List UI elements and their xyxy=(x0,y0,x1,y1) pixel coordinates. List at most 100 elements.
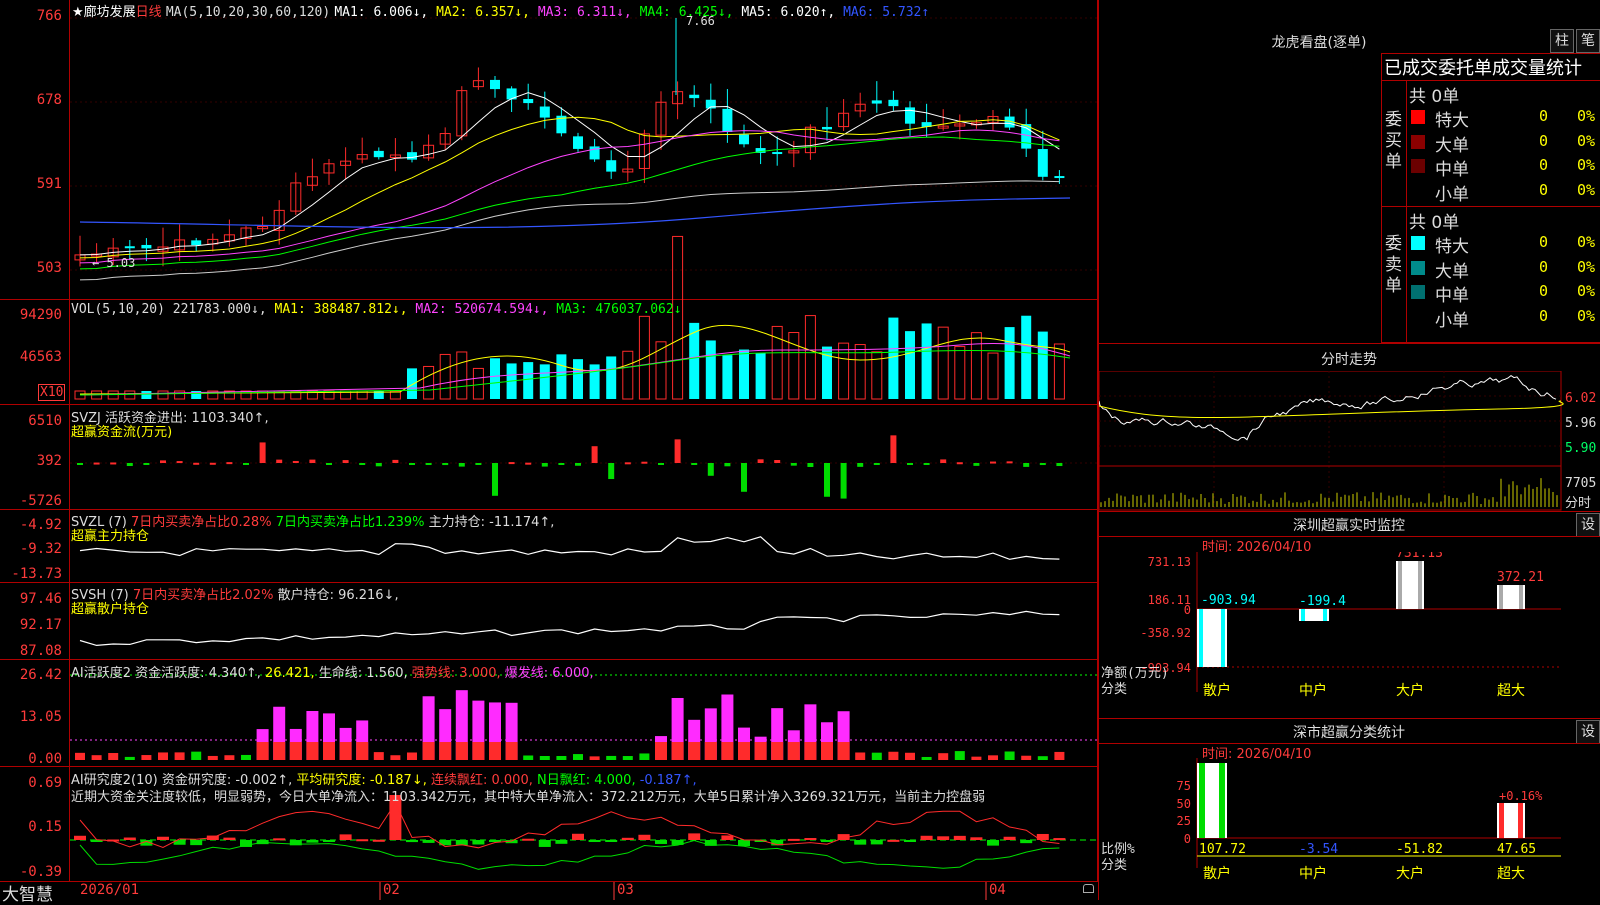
sz-class-settings-button[interactable]: 设 xyxy=(1576,720,1600,744)
research-bar xyxy=(123,837,136,840)
tick-view-button[interactable]: 笔 xyxy=(1576,29,1600,53)
fund-flow-bar xyxy=(956,462,963,465)
class-axis-sub: 分类 xyxy=(1101,858,1127,873)
class-category-label: 中户 xyxy=(1299,865,1327,882)
research-bar xyxy=(1003,836,1016,840)
stock-name[interactable]: ★廊坊发展 xyxy=(72,5,136,20)
order-size-label: 特大 xyxy=(1435,237,1469,257)
lock-icon[interactable] xyxy=(1083,884,1094,893)
volume-bar xyxy=(141,391,152,399)
column-view-button[interactable]: 柱 xyxy=(1550,29,1574,53)
fund-flow-bar xyxy=(724,463,731,467)
intraday-title: 分时走势 xyxy=(1321,352,1377,368)
activity-bar-small xyxy=(523,755,534,760)
candle-body xyxy=(1054,176,1065,179)
order-count: 0 xyxy=(1539,180,1549,199)
class-value-label: -3.54 xyxy=(1299,842,1338,857)
brand-label[interactable]: 大智慧 xyxy=(2,880,53,905)
main-chart-area[interactable]: ★廊坊发展日线 MA(5,10,20,30,60,120) MA1: 6.006… xyxy=(0,0,1098,905)
research-bar xyxy=(821,840,833,842)
order-percent: 0% xyxy=(1577,282,1596,300)
research-bar xyxy=(920,835,933,840)
svsh-line2: 超赢散户持仓 xyxy=(71,602,150,617)
sz-class-chart[interactable]: 75 50 25 0 +0.16% 107.72 -3.54 -51.82 47.65 比例%分类… xyxy=(1099,758,1600,900)
buy-order-label: 委买单 xyxy=(1385,110,1402,172)
monitor-category-label: 中户 xyxy=(1299,682,1327,699)
activity-bar-small xyxy=(871,752,882,760)
intraday-panel[interactable]: 6.02 5.96 5.90 7705 分时 xyxy=(1098,370,1600,511)
fund-flow-bar xyxy=(409,463,415,465)
fund-flow-bar xyxy=(1039,463,1046,466)
volume-axis-2: 46563 xyxy=(19,349,62,365)
candle-body xyxy=(539,106,550,118)
fund-flow-bar xyxy=(840,463,847,499)
low-price-marker: ← 5.03 xyxy=(92,256,136,270)
fund-flow-bar xyxy=(525,462,532,465)
research-bar xyxy=(1053,838,1066,841)
retail-position-line xyxy=(79,610,1060,647)
main-position-line xyxy=(79,536,1060,560)
order-count: 0 xyxy=(1539,257,1549,276)
fund-flow-bar xyxy=(375,463,382,467)
activity-bar-base xyxy=(455,742,468,760)
sell-row-0: 特大 0 0% xyxy=(1407,231,1600,257)
intraday-canvas[interactable] xyxy=(1098,370,1600,511)
order-stats-subtitle: 已成交委托单成交量统计 xyxy=(1384,58,1582,79)
volume-bar xyxy=(755,352,766,399)
ma-line xyxy=(79,180,1060,281)
research-bar xyxy=(522,838,535,841)
order-size-label: 中单 xyxy=(1435,286,1469,306)
research-bar xyxy=(721,835,734,840)
svzj-axis-1: 6510 xyxy=(28,413,62,429)
activity-bar-small xyxy=(938,753,949,760)
volume-unit: X10 xyxy=(38,384,66,401)
order-size-label: 大单 xyxy=(1435,135,1469,156)
fund-flow-bar xyxy=(624,462,631,465)
order-percent: 0% xyxy=(1577,131,1596,150)
volume-bar xyxy=(672,235,684,400)
monitor-bar-edge xyxy=(1519,585,1523,609)
volume-bar xyxy=(722,355,733,399)
order-size-label: 小单 xyxy=(1435,310,1469,331)
sz-monitor-chart[interactable]: 731.13186.110-358.92-903.94-903.94 -199.4… xyxy=(1099,552,1600,717)
activity-bar-small xyxy=(855,752,866,760)
order-count: 0 xyxy=(1539,107,1549,125)
activity-bar-base xyxy=(704,742,717,760)
svzl-axis-3: -13.73 xyxy=(11,566,62,582)
date-label-mar: 03 xyxy=(617,882,634,898)
activity-bar-small xyxy=(971,756,982,760)
fund-flow-bar xyxy=(774,460,781,463)
fund-flow-bar xyxy=(990,461,996,464)
fund-flow-bar xyxy=(276,459,283,463)
activity-bar-base xyxy=(439,742,452,760)
sz-monitor-settings-button[interactable]: 设 xyxy=(1576,513,1600,537)
ai-active-axis-3: 0.00 xyxy=(28,751,62,767)
research-bar xyxy=(74,835,86,840)
volume-bar xyxy=(1004,327,1015,399)
volume-bar xyxy=(987,352,999,400)
research-bar xyxy=(804,838,817,841)
fund-flow-bar xyxy=(940,459,947,463)
candle-body xyxy=(689,94,700,99)
fund-flow-bar xyxy=(475,463,482,465)
fund-flow-bar xyxy=(857,463,864,467)
activity-bar-base xyxy=(422,742,435,760)
period-label[interactable]: 日线 xyxy=(136,5,162,20)
svsh-axis-1: 97.46 xyxy=(19,591,62,607)
activity-bar-small xyxy=(1021,755,1032,760)
price-header: ★廊坊发展日线 MA(5,10,20,30,60,120) MA1: 6.006… xyxy=(72,1,929,20)
research-bar xyxy=(638,834,651,840)
chart-canvas[interactable] xyxy=(0,0,1098,900)
fund-flow-bar xyxy=(209,462,216,465)
activity-bar-base xyxy=(804,742,817,760)
research-bar xyxy=(787,838,800,841)
intraday-avg-line xyxy=(1098,400,1564,419)
activity-bar-base xyxy=(721,742,734,760)
fund-flow-bar xyxy=(126,463,133,467)
research-bar xyxy=(970,837,983,840)
research-bar xyxy=(306,840,319,843)
fund-flow-bar xyxy=(641,461,648,464)
activity-bar-small xyxy=(1004,751,1015,760)
volume-header: VOL(5,10,20) 221783.000↓, MA1: 388487.81… xyxy=(71,302,682,317)
activity-bar-base xyxy=(306,742,319,760)
